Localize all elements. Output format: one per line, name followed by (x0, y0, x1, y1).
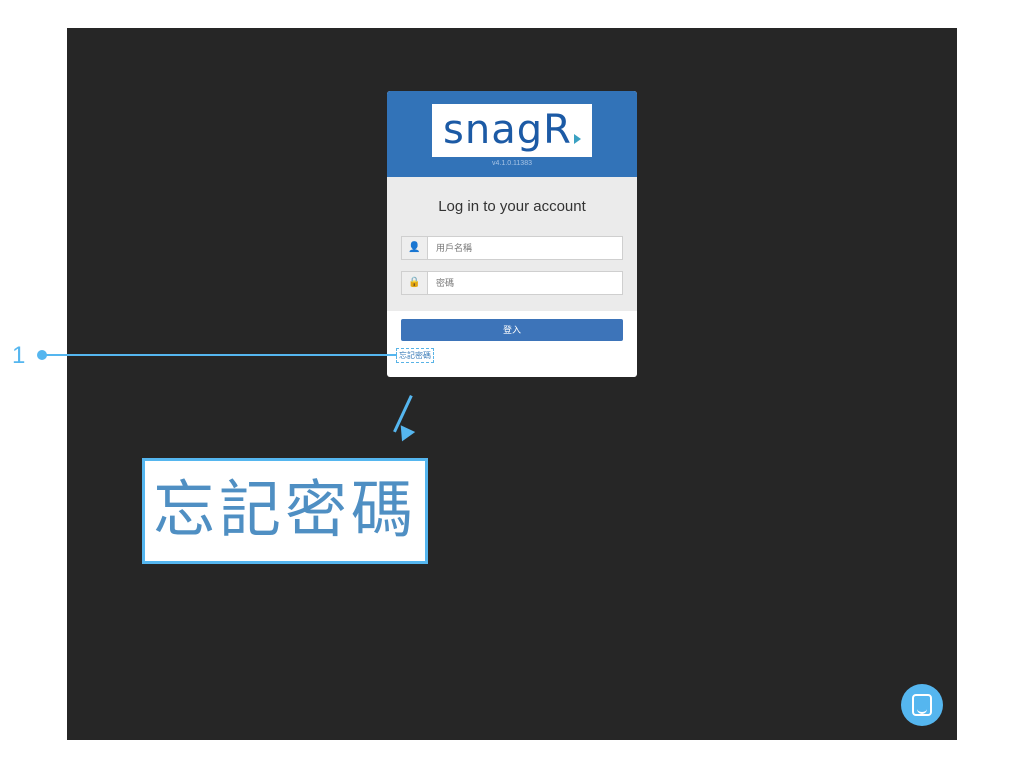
zoom-highlight-box: 忘記密碼 (142, 458, 428, 564)
chat-icon (912, 694, 932, 716)
password-field[interactable]: 🔒 密碼 (401, 271, 623, 295)
chat-launcher-button[interactable] (901, 684, 943, 726)
annotation-number: 1 (12, 342, 26, 369)
forgot-password-link[interactable]: 忘記密碼 (396, 348, 434, 363)
username-placeholder: 用戶名稱 (436, 243, 473, 253)
snagr-logo: snagR (432, 104, 592, 157)
lock-icon: 🔒 (402, 272, 428, 294)
password-placeholder: 密碼 (436, 278, 455, 288)
version-label: v4.1.0.11383 (492, 160, 532, 167)
user-icon: 👤 (402, 237, 428, 259)
login-button[interactable]: 登入 (401, 319, 623, 341)
login-card: snagR v4.1.0.11383 Log in to your accoun… (387, 91, 637, 377)
zoom-text: 忘記密碼 (152, 476, 417, 545)
card-header: snagR v4.1.0.11383 (387, 91, 637, 178)
logo-text: snagR (443, 107, 572, 153)
username-field[interactable]: 👤 用戶名稱 (401, 236, 623, 260)
card-body: Log in to your account 👤 用戶名稱 🔒 密碼 (387, 177, 637, 311)
annotation-line (42, 354, 397, 356)
card-title: Log in to your account (438, 198, 586, 215)
logo-arrow-icon (573, 133, 581, 144)
